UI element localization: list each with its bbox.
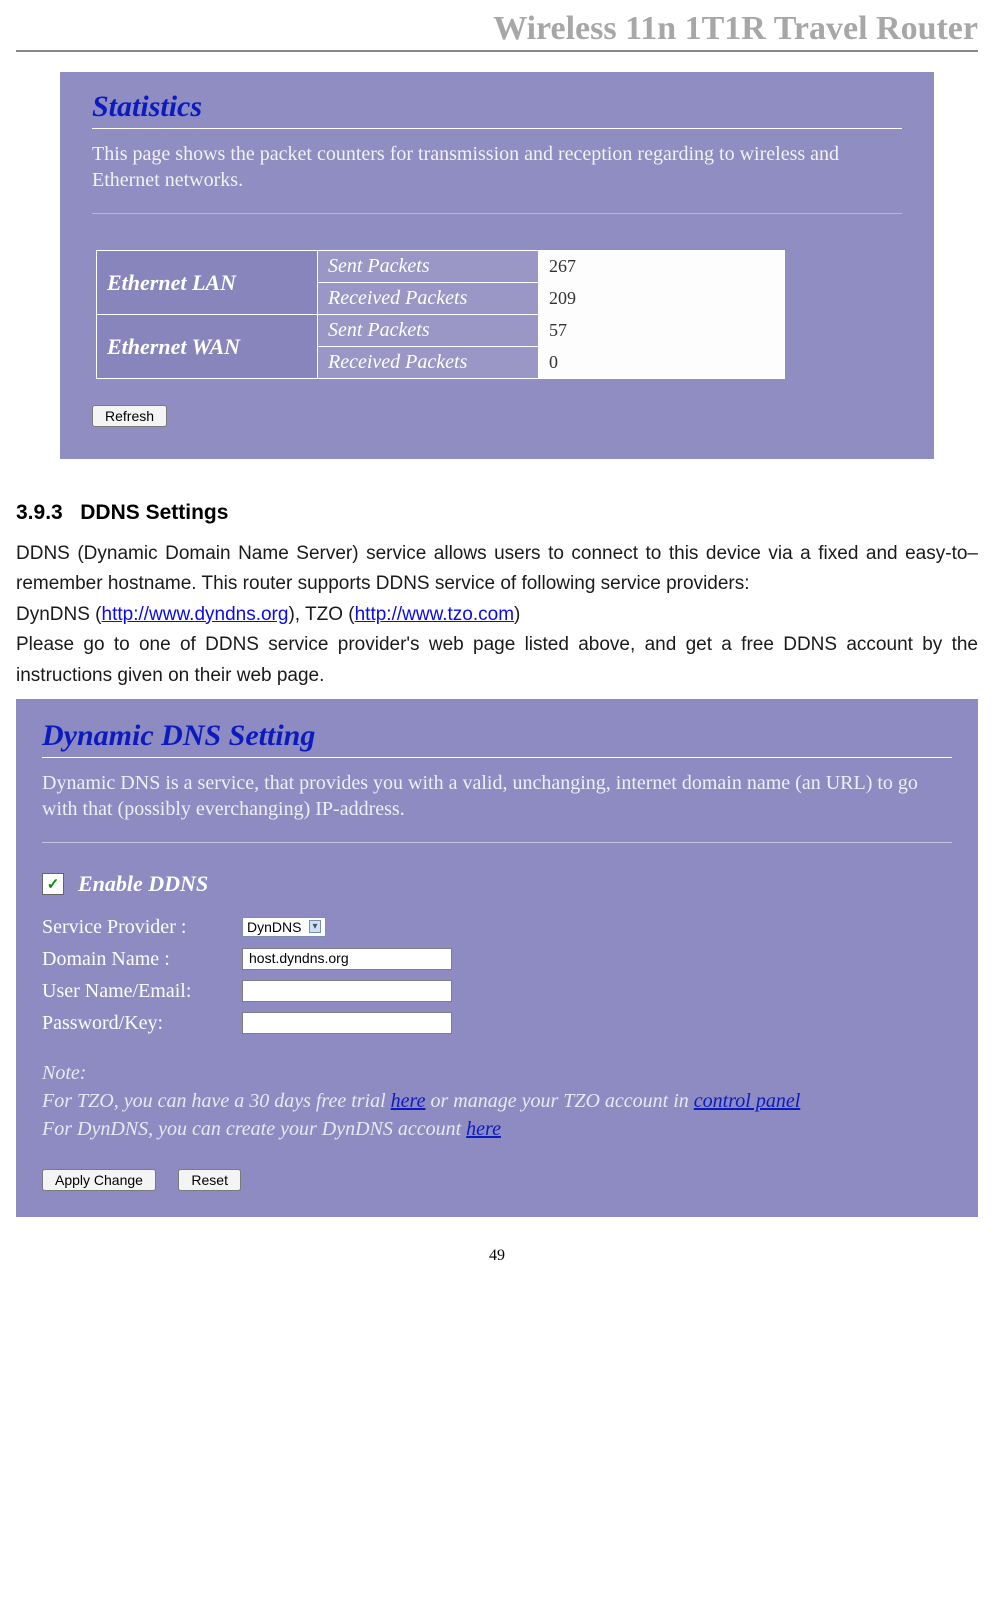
section-number: 3.9.3	[16, 501, 63, 524]
page-number: 49	[0, 1247, 994, 1265]
apply-change-button[interactable]: Apply Change	[42, 1169, 156, 1191]
value-wan-sent: 57	[539, 315, 785, 347]
domain-name-input[interactable]: host.dyndns.org	[242, 948, 452, 970]
domain-name-row: Domain Name : host.dyndns.org	[42, 947, 952, 971]
chevron-down-icon: ▾	[309, 920, 320, 933]
value-lan-sent: 267	[539, 251, 785, 283]
iface-ethernet-lan: Ethernet LAN	[97, 251, 318, 315]
value-wan-received: 0	[539, 347, 785, 379]
table-row: Ethernet WAN Sent Packets 57	[97, 315, 785, 347]
note-tzo-text-b: or manage your TZO account in	[425, 1090, 693, 1112]
providers-line: DynDNS (http://www.dyndns.org), TZO (htt…	[16, 600, 978, 630]
tzo-trial-link[interactable]: here	[391, 1090, 426, 1112]
service-provider-row: Service Provider : DynDNS ▾	[42, 915, 952, 939]
ddns-panel: Dynamic DNS Setting Dynamic DNS is a ser…	[16, 699, 978, 1217]
note-block: Note: For TZO, you can have a 30 days fr…	[42, 1059, 952, 1143]
enable-ddns-row: ✓ Enable DDNS	[42, 871, 952, 897]
intro-paragraph-1: DDNS (Dynamic Domain Name Server) servic…	[16, 539, 978, 600]
user-name-row: User Name/Email:	[42, 979, 952, 1003]
enable-ddns-label: Enable DDNS	[78, 871, 208, 897]
user-name-label: User Name/Email:	[42, 979, 242, 1003]
password-row: Password/Key:	[42, 1011, 952, 1035]
statistics-title: Statistics	[92, 90, 902, 129]
note-dyndns-text: For DynDNS, you can create your DynDNS a…	[42, 1118, 466, 1140]
service-provider-label: Service Provider :	[42, 915, 242, 939]
note-tzo-text-a: For TZO, you can have a 30 days free tri…	[42, 1090, 391, 1112]
table-row: Ethernet LAN Sent Packets 267	[97, 251, 785, 283]
tzo-control-panel-link[interactable]: control panel	[694, 1090, 800, 1112]
domain-name-label: Domain Name :	[42, 947, 242, 971]
note-tzo-line: For TZO, you can have a 30 days free tri…	[42, 1087, 952, 1115]
button-row: Apply Change Reset	[42, 1169, 952, 1191]
password-label: Password/Key:	[42, 1011, 242, 1035]
value-lan-received: 209	[539, 283, 785, 315]
iface-ethernet-wan: Ethernet WAN	[97, 315, 318, 379]
metric-sent-packets: Sent Packets	[318, 251, 539, 283]
statistics-description: This page shows the packet counters for …	[92, 141, 902, 214]
doc-title: Wireless 11n 1T1R Travel Router	[16, 10, 978, 48]
service-provider-value: DynDNS	[247, 919, 301, 935]
statistics-panel: Statistics This page shows the packet co…	[60, 72, 934, 459]
refresh-button[interactable]: Refresh	[92, 405, 167, 427]
metric-received-packets: Received Packets	[318, 347, 539, 379]
metric-sent-packets: Sent Packets	[318, 315, 539, 347]
statistics-table: Ethernet LAN Sent Packets 267 Received P…	[96, 250, 785, 379]
section-title: DDNS Settings	[80, 501, 228, 524]
dyndns-link[interactable]: http://www.dyndns.org	[102, 604, 289, 625]
note-heading: Note:	[42, 1059, 952, 1087]
note-dyndns-line: For DynDNS, you can create your DynDNS a…	[42, 1115, 952, 1143]
section-heading: 3.9.3 DDNS Settings	[16, 501, 978, 525]
tzo-link[interactable]: http://www.tzo.com	[355, 604, 514, 625]
enable-ddns-checkbox[interactable]: ✓	[42, 873, 64, 895]
tzo-close: )	[514, 604, 520, 625]
dyndns-prefix: DynDNS (	[16, 604, 102, 625]
metric-received-packets: Received Packets	[318, 283, 539, 315]
tzo-prefix: ), TZO (	[288, 604, 354, 625]
ddns-panel-title: Dynamic DNS Setting	[42, 719, 952, 758]
password-input[interactable]	[242, 1012, 452, 1034]
reset-button[interactable]: Reset	[178, 1169, 241, 1191]
intro-paragraph-2: Please go to one of DDNS service provide…	[16, 630, 978, 691]
ddns-panel-description: Dynamic DNS is a service, that provides …	[42, 770, 952, 843]
user-name-input[interactable]	[242, 980, 452, 1002]
service-provider-select[interactable]: DynDNS ▾	[242, 917, 326, 937]
page-header: Wireless 11n 1T1R Travel Router	[16, 10, 978, 52]
dyndns-create-link[interactable]: here	[466, 1118, 501, 1140]
